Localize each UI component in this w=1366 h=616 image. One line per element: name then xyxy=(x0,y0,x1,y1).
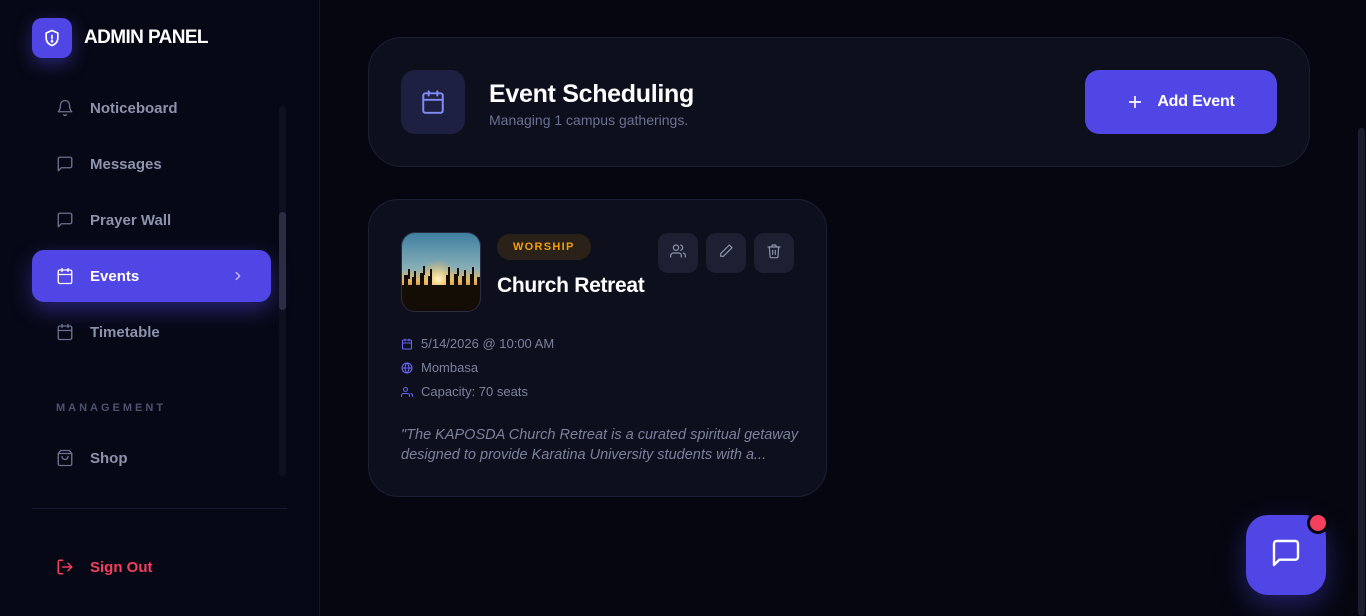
sidebar-item-prayer-wall[interactable]: Prayer Wall xyxy=(32,194,271,246)
notification-dot xyxy=(1307,512,1329,534)
event-location-text: Mombasa xyxy=(421,360,479,375)
page-title: Event Scheduling xyxy=(489,80,694,108)
users-icon xyxy=(401,386,413,398)
sidebar: ADMIN PANEL Noticeboard Messages Prayer … xyxy=(0,0,320,616)
shield-icon xyxy=(32,18,72,58)
globe-icon xyxy=(401,361,413,374)
section-label-management: MANAGEMENT xyxy=(56,402,167,414)
pencil-icon xyxy=(718,243,734,264)
sidebar-item-label: Prayer Wall xyxy=(90,211,172,229)
sidebar-item-messages[interactable]: Messages xyxy=(32,138,271,190)
calendar-icon xyxy=(56,267,74,285)
logout-icon xyxy=(56,558,74,576)
brand[interactable]: ADMIN PANEL xyxy=(32,18,209,58)
sidebar-item-label: Events xyxy=(90,267,140,285)
sidebar-scrollbar[interactable] xyxy=(279,106,286,476)
sign-out-button[interactable]: Sign Out xyxy=(56,558,153,576)
calendar-icon xyxy=(56,323,74,341)
page-subtitle: Managing 1 campus gatherings. xyxy=(489,112,689,128)
users-icon xyxy=(670,243,686,264)
edit-button[interactable] xyxy=(706,233,746,273)
attendees-button[interactable] xyxy=(658,233,698,273)
sidebar-item-events[interactable]: Events xyxy=(32,250,271,302)
category-badge: WORSHIP xyxy=(497,234,591,260)
event-description: "The KAPOSDA Church Retreat is a curated… xyxy=(401,427,799,463)
event-title: Church Retreat xyxy=(497,274,645,297)
brand-name: ADMIN PANEL xyxy=(84,27,209,48)
sidebar-item-label: Shop xyxy=(90,449,128,467)
sidebar-nav: Noticeboard Messages Prayer Wall Events … xyxy=(32,82,271,362)
add-event-button[interactable]: Add Event xyxy=(1085,70,1277,134)
sidebar-item-label: Noticeboard xyxy=(90,99,178,117)
sidebar-item-label: Messages xyxy=(90,155,162,173)
trash-icon xyxy=(766,243,782,264)
sidebar-item-noticeboard[interactable]: Noticeboard xyxy=(32,82,271,134)
add-event-label: Add Event xyxy=(1157,93,1235,110)
event-card[interactable]: WORSHIP Church Retreat 5/14/2026 @ 10:00… xyxy=(368,199,827,497)
sidebar-scrollbar-thumb[interactable] xyxy=(279,212,286,310)
event-image xyxy=(401,232,481,312)
calendar-icon xyxy=(401,337,413,350)
sidebar-item-label: Timetable xyxy=(90,323,160,341)
sign-out-label: Sign Out xyxy=(90,558,153,576)
sidebar-item-shop[interactable]: Shop xyxy=(32,432,271,484)
chevron-right-icon xyxy=(231,269,245,283)
message-icon xyxy=(56,155,74,173)
event-capacity: Capacity: 70 seats xyxy=(401,384,528,399)
calendar-icon xyxy=(401,70,465,134)
event-location: Mombasa xyxy=(401,360,478,375)
message-icon xyxy=(56,211,74,229)
page-scrollbar[interactable] xyxy=(1358,128,1365,616)
delete-button[interactable] xyxy=(754,233,794,273)
event-datetime: 5/14/2026 @ 10:00 AM xyxy=(401,336,554,351)
chat-icon xyxy=(1270,537,1302,574)
sidebar-divider xyxy=(32,508,287,509)
event-datetime-text: 5/14/2026 @ 10:00 AM xyxy=(421,336,555,351)
bell-icon xyxy=(56,99,74,117)
page-header: Event Scheduling Managing 1 campus gathe… xyxy=(368,37,1310,167)
event-capacity-text: Capacity: 70 seats xyxy=(421,384,528,399)
sidebar-item-timetable[interactable]: Timetable xyxy=(32,306,271,358)
shopping-bag-icon xyxy=(56,449,74,467)
plus-icon xyxy=(1127,94,1143,110)
